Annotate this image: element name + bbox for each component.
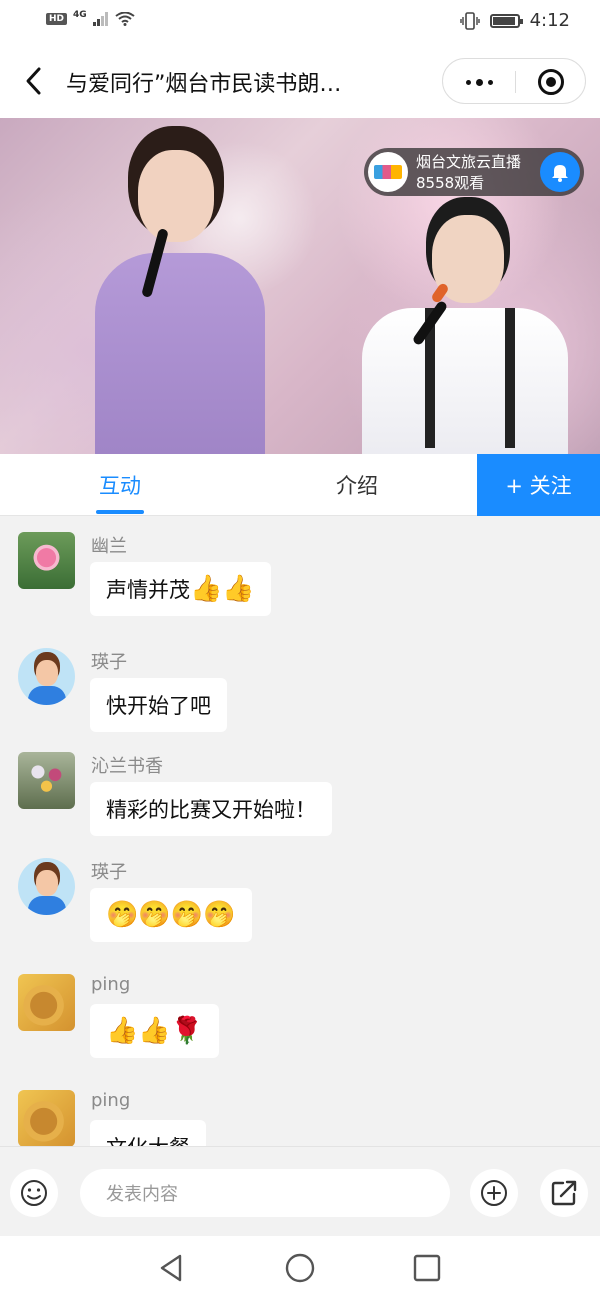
system-back-button[interactable] [156, 1252, 188, 1284]
sunflower-avatar[interactable] [18, 974, 75, 1031]
clock: 4:12 [529, 10, 570, 31]
avatar-head [36, 660, 58, 686]
thumbs-up-emoji: 👍👍 [190, 574, 255, 604]
comment-bubble: 声情并茂 👍👍 [90, 562, 271, 616]
smiley-icon [21, 1180, 47, 1206]
comment-username: ping [91, 974, 131, 995]
comment-bubble: 👍👍🌹 [90, 1004, 220, 1058]
shy-face-emoji: 🤭🤭🤭🤭 [106, 900, 236, 930]
triangle-back-icon [160, 1254, 182, 1282]
channel-logo [368, 152, 408, 192]
battery-fill [492, 16, 515, 25]
follow-button[interactable]: + 关注 [477, 454, 600, 516]
system-home-button[interactable] [284, 1252, 316, 1284]
comment-item: 瑛子 快开始了吧 [0, 642, 600, 742]
comment-bubble: 快开始了吧 [90, 678, 227, 732]
thumbs-rose-emoji: 👍👍🌹 [106, 1016, 204, 1046]
comment-username: 瑛子 [91, 862, 127, 883]
comment-username: 沁兰书香 [91, 756, 163, 777]
tab-interaction[interactable]: 互动 [60, 454, 180, 516]
emoji-button[interactable] [10, 1169, 58, 1217]
sunflower-avatar[interactable] [18, 1090, 75, 1146]
circle-home-icon [285, 1253, 315, 1283]
lotus-avatar[interactable] [18, 532, 75, 589]
comment-text: 快开始了吧 [106, 694, 211, 718]
avatar-body [28, 686, 66, 705]
performer-woman [95, 253, 265, 454]
subscribe-bell-button[interactable] [540, 152, 580, 192]
more-button[interactable] [443, 59, 515, 105]
nav-bar: 与爱同行”烟台市民读书朗… [0, 44, 600, 118]
share-edit-button[interactable] [540, 1169, 588, 1217]
comment-item: 幽兰 声情并茂 👍👍 [0, 526, 600, 626]
avatar-body [28, 896, 66, 915]
comment-input-bar: 发表内容 [0, 1146, 600, 1236]
comment-bubble: 文化大餐 [90, 1120, 206, 1146]
status-right: 4:12 [459, 10, 570, 31]
back-button[interactable] [20, 64, 50, 98]
hd-badge: HD [46, 13, 68, 25]
tab-introduction[interactable]: 介绍 [297, 454, 417, 516]
signal-icon [92, 12, 108, 26]
dot [475, 78, 483, 86]
plus-circle-icon [481, 1180, 507, 1206]
bell-icon [552, 165, 568, 182]
comment-item: ping 文化大餐 [0, 1084, 600, 1146]
comment-text: 声情并茂 [106, 578, 190, 602]
comment-item: 瑛子 🤭🤭🤭🤭 [0, 852, 600, 952]
viewer-count: 8558观看 [416, 174, 485, 192]
add-button[interactable] [470, 1169, 518, 1217]
status-bar: HD 4G 4:12 [0, 0, 600, 44]
capsule-divider [515, 71, 516, 93]
suspender [505, 308, 515, 448]
page-title: 与爱同行”烟台市民读书朗… [66, 72, 342, 97]
comment-input[interactable]: 发表内容 [80, 1169, 450, 1217]
system-navigation-bar [0, 1236, 600, 1300]
comment-list[interactable]: 幽兰 声情并茂 👍👍 瑛子 快开始了吧 沁兰书香 精彩的比赛又开始啦！ 瑛子 🤭… [0, 516, 600, 1146]
wifi-icon [115, 12, 135, 26]
performer-boy [362, 308, 568, 454]
avatar-head [36, 870, 58, 896]
square-recents-icon [413, 1254, 441, 1282]
network-type: 4G [73, 10, 87, 20]
boy-avatar[interactable] [18, 648, 75, 705]
comment-text: 文化大餐 [106, 1132, 190, 1146]
comment-item: ping 👍👍🌹 [0, 968, 600, 1068]
performer-woman-head [138, 150, 214, 242]
chevron-left-icon [26, 67, 41, 95]
dot [487, 79, 493, 85]
comment-bubble: 🤭🤭🤭🤭 [90, 888, 252, 942]
comment-bubble: 精彩的比赛又开始啦！ [90, 782, 332, 836]
live-video[interactable]: 烟台文旅云直播 8558观看 [0, 118, 600, 454]
orchid-avatar[interactable] [18, 752, 75, 809]
tab-bar: 互动 介绍 + 关注 [0, 454, 600, 516]
system-recents-button[interactable] [411, 1252, 443, 1284]
vibrate-icon [459, 11, 480, 30]
miniprogram-capsule [442, 58, 586, 104]
comment-username: 幽兰 [91, 536, 127, 557]
comment-username: ping [91, 1090, 131, 1111]
comment-text: 精彩的比赛又开始啦！ [106, 798, 316, 822]
boy-avatar[interactable] [18, 858, 75, 915]
edit-share-icon [551, 1180, 577, 1206]
dot [465, 79, 471, 85]
close-miniprogram-button[interactable] [538, 69, 564, 95]
battery-icon [489, 13, 523, 28]
comment-item: 沁兰书香 精彩的比赛又开始啦！ [0, 746, 600, 846]
status-left: HD 4G [46, 10, 135, 26]
live-channel-badge[interactable]: 烟台文旅云直播 8558观看 [364, 148, 584, 196]
comment-username: 瑛子 [91, 652, 127, 673]
channel-name: 烟台文旅云直播 [416, 153, 522, 171]
